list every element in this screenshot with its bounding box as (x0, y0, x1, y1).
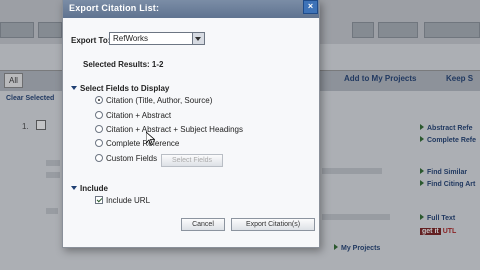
mouse-cursor-icon (146, 132, 155, 146)
export-citation-dialog: Export Citation List: × Export To: RefWo… (62, 0, 320, 248)
export-citations-button[interactable]: Export Citation(s) (231, 218, 315, 231)
radio-citation-abstract-subjects[interactable] (95, 125, 103, 133)
include-url-label: Include URL (106, 196, 151, 205)
collapse-triangle-icon (71, 86, 77, 90)
include-url-checkbox[interactable] (95, 196, 103, 204)
fields-section-header[interactable]: Select Fields to Display (71, 84, 169, 93)
export-to-label: Export To: (71, 36, 111, 45)
dialog-title: Export Citation List: (69, 3, 160, 13)
radio-complete-reference[interactable] (95, 139, 103, 147)
collapse-triangle-icon (71, 186, 77, 190)
export-to-select[interactable]: RefWorks (109, 32, 205, 45)
close-icon[interactable]: × (303, 0, 318, 14)
radio-custom-fields[interactable] (95, 154, 103, 162)
radio-custom-fields-label: Custom Fields (106, 154, 158, 163)
radio-citation[interactable] (95, 96, 103, 104)
cancel-button[interactable]: Cancel (181, 218, 225, 231)
radio-citation-abstract-subjects-label: Citation + Abstract + Subject Headings (106, 125, 243, 134)
radio-citation-label: Citation (Title, Author, Source) (106, 96, 213, 105)
chevron-down-icon[interactable] (192, 33, 204, 44)
include-section-header[interactable]: Include (71, 184, 108, 193)
select-fields-button[interactable]: Select Fields (161, 154, 223, 167)
selected-results-text: Selected Results: 1-2 (83, 60, 164, 69)
radio-complete-reference-label: Complete Reference (106, 139, 180, 148)
export-to-value: RefWorks (113, 34, 148, 43)
radio-citation-abstract[interactable] (95, 111, 103, 119)
dialog-titlebar: Export Citation List: × (63, 0, 319, 18)
radio-citation-abstract-label: Citation + Abstract (106, 111, 172, 120)
